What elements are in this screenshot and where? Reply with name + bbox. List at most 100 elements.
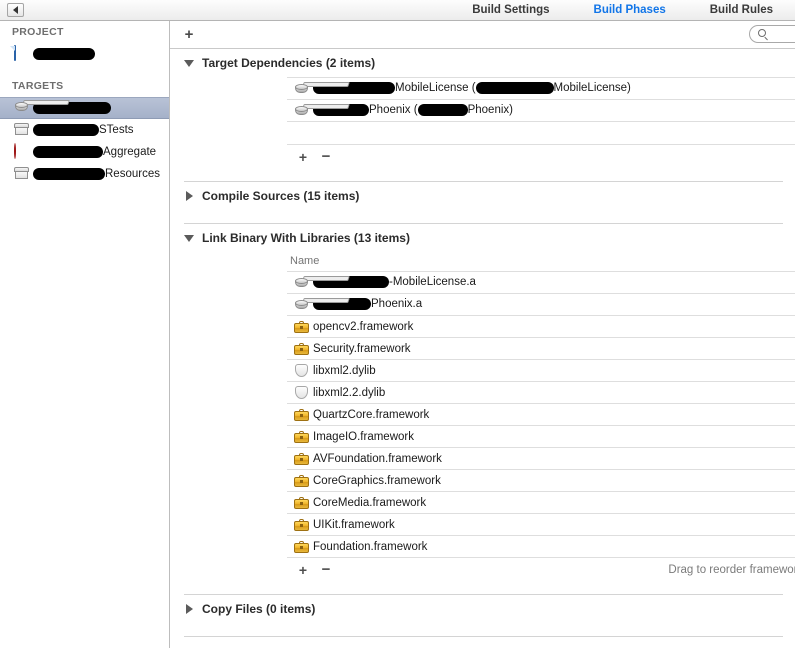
framework-icon [293,474,310,487]
sidebar-item-target-aggregate[interactable]: Aggregate [0,141,169,163]
disclosure-triangle-closed-icon[interactable] [186,604,193,614]
editor-tabs: Build Settings Build Phases Build Rules [450,0,795,21]
redacted-text [33,124,99,136]
table-row[interactable]: Security.framework [287,337,795,359]
library-label: opencv2.framework [313,320,414,333]
library-label: CoreMedia.framework [313,496,427,509]
library-label: ImageIO.framework [313,430,414,443]
phase-title-label: Compile Sources (15 items) [202,189,360,203]
redacted-text [33,168,105,180]
library-label: QuartzCore.framework [313,408,430,421]
framework-icon [293,496,310,509]
tab-build-rules[interactable]: Build Rules [688,0,795,21]
add-build-phase-button[interactable]: + [182,27,196,42]
xcode-project-icon [14,45,30,62]
back-button[interactable] [7,3,24,17]
column-header-name: Name [290,255,320,267]
table-row[interactable]: CoreMedia.framework [287,491,795,513]
phase-header-link-binary[interactable]: Link Binary With Libraries (13 items) [170,224,795,252]
editor-tab-bar: Build Settings Build Phases Build Rules [0,0,795,21]
sidebar-group-header-project: PROJECT [12,26,64,38]
table-row[interactable]: Phoenix (Phoenix) [287,99,795,121]
disclosure-triangle-open-icon[interactable] [184,59,194,67]
table-row[interactable]: -MobileLicense.a [287,271,795,293]
phase-header-compile-sources[interactable]: Compile Sources (15 items) [170,182,795,210]
sidebar-item-label: Aggregate [33,146,156,158]
static-library-icon [293,103,350,118]
table-row[interactable]: Foundation.framework [287,535,795,557]
tab-build-phases[interactable]: Build Phases [572,0,688,21]
table-row[interactable]: QuartzCore.framework [287,403,795,425]
sidebar-item-target-tests[interactable]: STests [0,119,169,141]
sidebar-item-label: Resources [33,168,160,180]
framework-icon [293,452,310,465]
library-label: Security.framework [313,342,411,355]
phase-copy-files: Copy Files (0 items) [170,595,795,637]
redacted-text [417,104,468,117]
resource-bundle-icon [14,166,30,182]
target-dependencies-list: MobileLicense (MobileLicense) Phoenix (P… [287,77,795,168]
reorder-hint-label: Drag to reorder frameworks [668,563,795,576]
static-library-icon [293,81,350,96]
library-label: AVFoundation.framework [313,452,442,465]
remove-dependency-button[interactable]: − [318,149,334,164]
link-binary-footer: + − Drag to reorder frameworks [287,557,795,581]
project-targets-sidebar: PROJECT TARGETS STests Aggregate Resourc… [0,21,170,648]
remove-library-button[interactable]: − [318,562,334,577]
sidebar-item-label [33,48,95,60]
table-row[interactable]: MobileLicense (MobileLicense) [287,77,795,99]
static-library-icon [293,297,350,312]
library-label: libxml2.dylib [313,364,376,377]
table-row[interactable]: CoreGraphics.framework [287,469,795,491]
redacted-text [475,82,554,95]
framework-icon [293,342,310,355]
table-row[interactable]: ImageIO.framework [287,425,795,447]
phase-compile-sources: Compile Sources (15 items) [170,182,795,224]
add-dependency-button[interactable]: + [295,150,311,164]
dylib-icon [293,364,310,377]
static-library-icon [293,275,350,290]
sidebar-item-target-resources[interactable]: Resources [0,163,169,185]
table-row[interactable]: opencv2.framework [287,315,795,337]
redacted-text [33,146,103,158]
sidebar-item-project[interactable] [0,43,169,65]
table-row[interactable]: UIKit.framework [287,513,795,535]
back-arrow-icon [13,6,18,14]
link-binary-list: Name -MobileLicense.a Phoenix.a opencv2.… [287,252,795,581]
redacted-text [33,48,95,60]
build-phases-editor: + Target Dependencies (2 items) MobileLi… [170,21,795,648]
disclosure-triangle-open-icon[interactable] [184,234,194,242]
table-row[interactable]: libxml2.dylib [287,359,795,381]
phase-target-dependencies: Target Dependencies (2 items) MobileLice… [170,49,795,182]
dylib-icon [293,386,310,399]
library-label: UIKit.framework [313,518,395,531]
sidebar-item-target-main[interactable] [0,97,169,119]
framework-icon [293,540,310,553]
table-row[interactable]: Phoenix.a [287,293,795,315]
add-library-button[interactable]: + [295,563,311,577]
search-input[interactable] [749,25,795,43]
sidebar-item-label: STests [33,124,134,136]
phase-link-binary-with-libraries: Link Binary With Libraries (13 items) Na… [170,224,795,595]
phase-title-label: Target Dependencies (2 items) [202,56,376,70]
phase-header-target-dependencies[interactable]: Target Dependencies (2 items) [170,49,795,77]
dependency-label: MobileLicense (MobileLicense) [313,82,631,95]
table-row[interactable]: libxml2.2.dylib [287,381,795,403]
framework-icon [293,408,310,421]
framework-icon [293,518,310,531]
test-bundle-icon [14,122,30,138]
disclosure-triangle-closed-icon[interactable] [186,191,193,201]
phase-divider [184,636,783,637]
phase-title-label: Copy Files (0 items) [202,602,316,616]
static-library-icon [14,100,70,116]
library-label: Foundation.framework [313,540,428,553]
phase-header-copy-files[interactable]: Copy Files (0 items) [170,595,795,623]
aggregate-target-icon [14,143,30,160]
table-row[interactable]: AVFoundation.framework [287,447,795,469]
tab-build-settings[interactable]: Build Settings [450,0,571,21]
framework-icon [293,320,310,333]
xcode-build-phases-window: Build Settings Build Phases Build Rules … [0,0,795,648]
target-dependencies-footer: + − [287,144,795,168]
search-icon [758,29,766,37]
empty-list-area [287,121,795,144]
